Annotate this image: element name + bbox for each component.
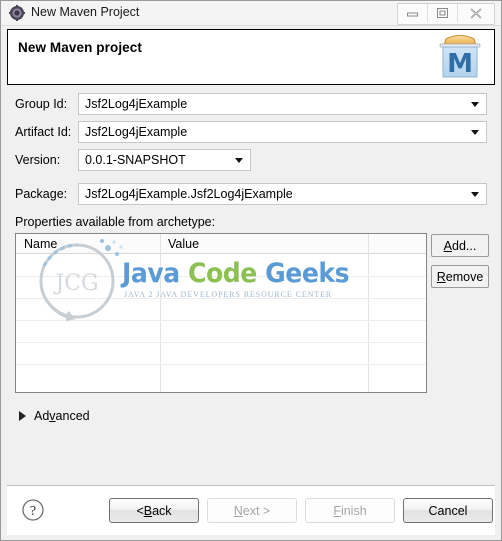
svg-text:M: M	[447, 49, 473, 79]
help-icon[interactable]: ?	[21, 498, 45, 522]
watermark-word-code: Code	[188, 258, 257, 289]
cancel-button[interactable]: Cancel	[403, 498, 493, 523]
restore-button[interactable]	[428, 4, 458, 22]
group-id-value: Jsf2Log4jExample	[85, 97, 188, 111]
field-row-artifact-id: Artifact Id: Jsf2Log4jExample	[7, 121, 495, 145]
advanced-label: Advanced	[34, 409, 90, 423]
eclipse-cog-icon	[9, 5, 25, 21]
watermark-wordmark: Java Code Geeks	[122, 258, 350, 289]
field-row-package: Package: Jsf2Log4jExample.Jsf2Log4jExamp…	[7, 183, 495, 207]
back-button-mnemonic: B	[143, 503, 153, 518]
remove-property-button[interactable]: Remove	[431, 265, 489, 288]
column-divider-2[interactable]	[368, 234, 369, 392]
window-title: New Maven Project	[31, 5, 140, 19]
add-button-mnemonic: A	[443, 238, 452, 253]
next-button-label: ext >	[242, 503, 271, 518]
chevron-down-icon[interactable]	[471, 102, 479, 107]
svg-text:?: ?	[30, 504, 36, 519]
field-row-version: Version: 0.0.1-SNAPSHOT	[7, 149, 495, 173]
advanced-label-after: anced	[55, 409, 90, 423]
page-title: New Maven project	[18, 40, 142, 55]
add-button-label: dd...	[452, 238, 477, 253]
back-button-prefix: <	[136, 503, 144, 518]
next-button-mnemonic: N	[233, 503, 243, 518]
package-label: Package:	[15, 187, 68, 201]
version-value: 0.0.1-SNAPSHOT	[85, 153, 186, 167]
back-button[interactable]: < Back	[109, 498, 199, 523]
table-row	[16, 276, 426, 277]
group-id-label: Group Id:	[15, 97, 68, 111]
table-header-row: Name Value	[16, 234, 426, 254]
close-button[interactable]	[458, 4, 494, 22]
remove-button-mnemonic: R	[436, 269, 446, 284]
column-divider-1[interactable]	[160, 234, 161, 392]
dialog-footer: ? < Back Next > Finish Cancel	[7, 485, 495, 535]
table-row	[16, 298, 426, 299]
svg-text:JCG: JCG	[53, 271, 98, 296]
watermark-word-geeks: Geeks	[265, 258, 350, 289]
column-header-value[interactable]: Value	[168, 237, 199, 251]
table-row	[16, 320, 426, 321]
table-row	[16, 364, 426, 365]
finish-button-mnemonic: F	[333, 503, 341, 518]
remove-button-label: emove	[445, 269, 484, 284]
chevron-down-icon[interactable]	[235, 158, 243, 163]
artifact-id-value: Jsf2Log4jExample	[85, 125, 188, 139]
artifact-id-label: Artifact Id:	[15, 125, 72, 139]
advanced-disclosure[interactable]: Advanced	[19, 407, 90, 425]
column-header-name[interactable]: Name	[24, 237, 57, 251]
finish-button[interactable]: Finish	[305, 498, 395, 523]
version-label: Version:	[15, 153, 61, 167]
wizard-header: New Maven project M	[7, 29, 495, 85]
finish-button-label: inish	[340, 503, 367, 518]
table-row	[16, 342, 426, 343]
title-bar: New Maven Project	[1, 1, 501, 26]
group-id-combo[interactable]: Jsf2Log4jExample	[78, 93, 487, 115]
cancel-button-label: Cancel	[428, 503, 468, 518]
maven-logo-icon: M	[434, 33, 486, 83]
properties-section-label: Properties available from archetype:	[15, 215, 216, 229]
package-value: Jsf2Log4jExample.Jsf2Log4jExample	[85, 187, 293, 201]
window-controls	[397, 3, 495, 25]
package-combo[interactable]: Jsf2Log4jExample.Jsf2Log4jExample	[78, 183, 487, 205]
minimize-button[interactable]	[398, 4, 428, 22]
triangle-right-icon	[19, 411, 26, 421]
next-button[interactable]: Next >	[207, 498, 297, 523]
properties-table[interactable]: Name Value JCG Java Code Geeks JAVA 2 JA…	[15, 233, 427, 393]
advanced-label-before: Ad	[34, 409, 50, 423]
watermark-word-java: Java	[122, 258, 180, 289]
back-button-label: ack	[152, 503, 172, 518]
new-maven-project-dialog: New Maven Project New Maven project M Gr…	[0, 0, 502, 541]
chevron-down-icon[interactable]	[471, 130, 479, 135]
chevron-down-icon[interactable]	[471, 192, 479, 197]
version-combo[interactable]: 0.0.1-SNAPSHOT	[78, 149, 251, 171]
java-code-geeks-watermark: JCG Java Code Geeks JAVA 2 JAVA DEVELOPE…	[16, 234, 426, 392]
artifact-id-combo[interactable]: Jsf2Log4jExample	[78, 121, 487, 143]
field-row-group-id: Group Id: Jsf2Log4jExample	[7, 93, 495, 117]
add-property-button[interactable]: Add...	[431, 234, 489, 257]
wizard-body: Group Id: Jsf2Log4jExample Artifact Id: …	[7, 87, 495, 484]
